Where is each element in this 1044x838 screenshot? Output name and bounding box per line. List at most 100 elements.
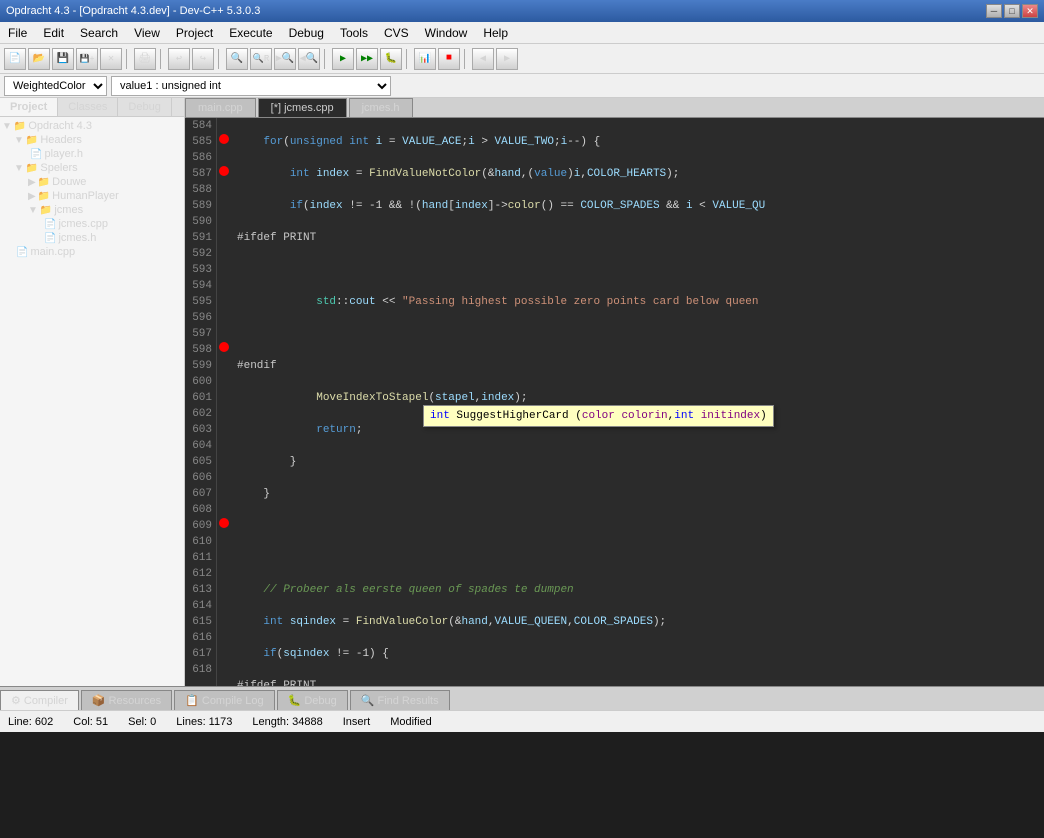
code-wrapper: main.cpp [*] jcmes.cpp jcmes.h 584 585 5… xyxy=(185,98,1044,686)
tab-debug[interactable]: 🐛 Debug xyxy=(277,690,348,710)
new-button[interactable]: 📄 xyxy=(4,48,26,70)
find-results-icon: 🔍 xyxy=(361,694,375,707)
open-button[interactable]: 📂 xyxy=(28,48,50,70)
tree-player-h[interactable]: 📄 player.h xyxy=(0,147,184,161)
minimize-button[interactable]: ─ xyxy=(986,4,1002,18)
code-line-595: } xyxy=(237,486,1044,502)
menu-help[interactable]: Help xyxy=(475,24,516,42)
code-line-596 xyxy=(237,518,1044,534)
close-button[interactable]: ✕ xyxy=(1022,4,1038,18)
compile-button[interactable]: ▶ xyxy=(332,48,354,70)
menu-cvs[interactable]: CVS xyxy=(376,24,417,42)
toolbar: 📄 📂 💾 💾+ ✕ 🖨 ↩ ↪ 🔍 🔍R ▶🔍 ◀🔍 ▶ ▶▶ 🐛 📊 ■ ◀… xyxy=(0,44,1044,74)
tab-jcmes-cpp[interactable]: [*] jcmes.cpp xyxy=(258,98,347,117)
menu-debug[interactable]: Debug xyxy=(281,24,332,42)
menu-window[interactable]: Window xyxy=(417,24,476,42)
code-line-589: std::cout << "Passing highest possible z… xyxy=(237,294,1044,310)
tab-compiler[interactable]: ⚙ Compiler xyxy=(0,690,79,710)
menu-view[interactable]: View xyxy=(126,24,168,42)
debug-tab-icon: 🐛 xyxy=(288,694,302,707)
find-results-label: Find Results xyxy=(377,695,438,707)
close-file-button[interactable]: ✕ xyxy=(100,48,122,70)
sidebar-tab-classes[interactable]: Classes xyxy=(58,98,118,116)
menu-search[interactable]: Search xyxy=(72,24,126,42)
line-numbers: 584 585 586 587 588 589 590 591 592 593 … xyxy=(185,118,217,686)
method-selector[interactable]: value1 : unsigned int xyxy=(111,76,391,96)
menu-edit[interactable]: Edit xyxy=(35,24,72,42)
code-line-587: #ifdef PRINT xyxy=(237,230,1044,246)
ac-kw2: int xyxy=(674,410,694,422)
douwe-expand: ▶ xyxy=(28,177,36,188)
tree-douwe[interactable]: ▶ 📁 Douwe xyxy=(0,175,184,189)
code-line-596b xyxy=(237,550,1044,566)
toolbar-sep5 xyxy=(406,49,410,69)
find-button[interactable]: 🔍 xyxy=(226,48,248,70)
run-button[interactable]: ▶▶ xyxy=(356,48,378,70)
ac-param1: color colorin xyxy=(582,410,668,422)
breakpoint-587 xyxy=(219,166,229,176)
jcmes-expand: ▼ xyxy=(28,205,38,216)
sidebar-tabs: Project Classes Debug xyxy=(0,98,184,117)
tree-spelers[interactable]: ▼ 📁 Spelers xyxy=(0,161,184,175)
find-prev-button[interactable]: ◀🔍 xyxy=(298,48,320,70)
tab-find-results[interactable]: 🔍 Find Results xyxy=(350,690,450,710)
spelers-expand: ▼ xyxy=(14,163,24,174)
chart-button[interactable]: 📊 xyxy=(414,48,436,70)
tab-main-cpp[interactable]: main.cpp xyxy=(185,98,256,117)
tree-root[interactable]: ▼ 📁 Opdracht 4.3 xyxy=(0,119,184,133)
resources-tab-label: Resources xyxy=(109,695,162,707)
class-selector[interactable]: WeightedColor xyxy=(4,76,107,96)
replace-button[interactable]: 🔍R xyxy=(250,48,272,70)
tree-jcmes-cpp[interactable]: 📄 jcmes.cpp xyxy=(0,217,184,231)
ac-param2: initindex xyxy=(694,410,760,422)
next-button[interactable]: ▶ xyxy=(496,48,518,70)
humanplayer-icon: 📁 xyxy=(38,191,50,202)
debug-tab-label: Debug xyxy=(304,695,336,707)
tree-spelers-label: Spelers xyxy=(40,162,77,174)
stop-button[interactable]: ■ xyxy=(438,48,460,70)
tab-resources[interactable]: 📦 Resources xyxy=(81,690,172,710)
ac-keyword: int xyxy=(430,410,450,422)
window-controls[interactable]: ─ □ ✕ xyxy=(986,4,1038,18)
save-button[interactable]: 💾 xyxy=(52,48,74,70)
menu-tools[interactable]: Tools xyxy=(332,24,376,42)
breakpoint-col xyxy=(217,118,231,686)
tree-humanplayer[interactable]: ▶ 📁 HumanPlayer xyxy=(0,189,184,203)
bottom-panel-tabs: ⚙ Compiler 📦 Resources 📋 Compile Log 🐛 D… xyxy=(0,686,1044,710)
redo-button[interactable]: ↪ xyxy=(192,48,214,70)
tree-headers-label: Headers xyxy=(40,134,82,146)
tree-main-cpp[interactable]: 📄 main.cpp xyxy=(0,245,184,259)
autocomplete-tooltip: int SuggestHigherCard (color colorin,int… xyxy=(423,405,774,427)
save-all-button[interactable]: 💾+ xyxy=(76,48,98,70)
resources-tab-icon: 📦 xyxy=(92,694,106,707)
tab-jcmes-h[interactable]: jcmes.h xyxy=(349,98,413,117)
status-length: Length: 34888 xyxy=(252,716,322,728)
menu-project[interactable]: Project xyxy=(168,24,221,42)
code-area[interactable]: 584 585 586 587 588 589 590 591 592 593 … xyxy=(185,118,1044,686)
print-button[interactable]: 🖨 xyxy=(134,48,156,70)
debug-button[interactable]: 🐛 xyxy=(380,48,402,70)
tree-jcmes[interactable]: ▼ 📁 jcmes xyxy=(0,203,184,217)
title-bar: Opdracht 4.3 - [Opdracht 4.3.dev] - Dev-… xyxy=(0,0,1044,22)
tree-root-label: Opdracht 4.3 xyxy=(28,120,92,132)
tree-jcmes-cpp-label: jcmes.cpp xyxy=(58,218,108,230)
maximize-button[interactable]: □ xyxy=(1004,4,1020,18)
prev-button[interactable]: ◀ xyxy=(472,48,494,70)
code-content[interactable]: for(unsigned int i = VALUE_ACE;i > VALUE… xyxy=(231,118,1044,686)
tree-headers[interactable]: ▼ 📁 Headers xyxy=(0,133,184,147)
tree-jcmes-h-label: jcmes.h xyxy=(58,232,96,244)
sidebar-tab-project[interactable]: Project xyxy=(0,98,58,116)
sidebar-tab-debug[interactable]: Debug xyxy=(118,98,171,116)
status-mode: Insert xyxy=(343,716,371,728)
code-line-594: } xyxy=(237,454,1044,470)
tree-jcmes-h[interactable]: 📄 jcmes.h xyxy=(0,231,184,245)
toolbar-sep3 xyxy=(218,49,222,69)
undo-button[interactable]: ↩ xyxy=(168,48,190,70)
menu-execute[interactable]: Execute xyxy=(221,24,280,42)
sidebar: Project Classes Debug ▼ 📁 Opdracht 4.3 ▼… xyxy=(0,98,185,686)
code-line-586: if(index != -1 && !(hand[index]->color()… xyxy=(237,198,1044,214)
menu-file[interactable]: File xyxy=(0,24,35,42)
find-next-button[interactable]: ▶🔍 xyxy=(274,48,296,70)
tab-compile-log[interactable]: 📋 Compile Log xyxy=(174,690,274,710)
project-icon: 📁 xyxy=(14,121,26,132)
